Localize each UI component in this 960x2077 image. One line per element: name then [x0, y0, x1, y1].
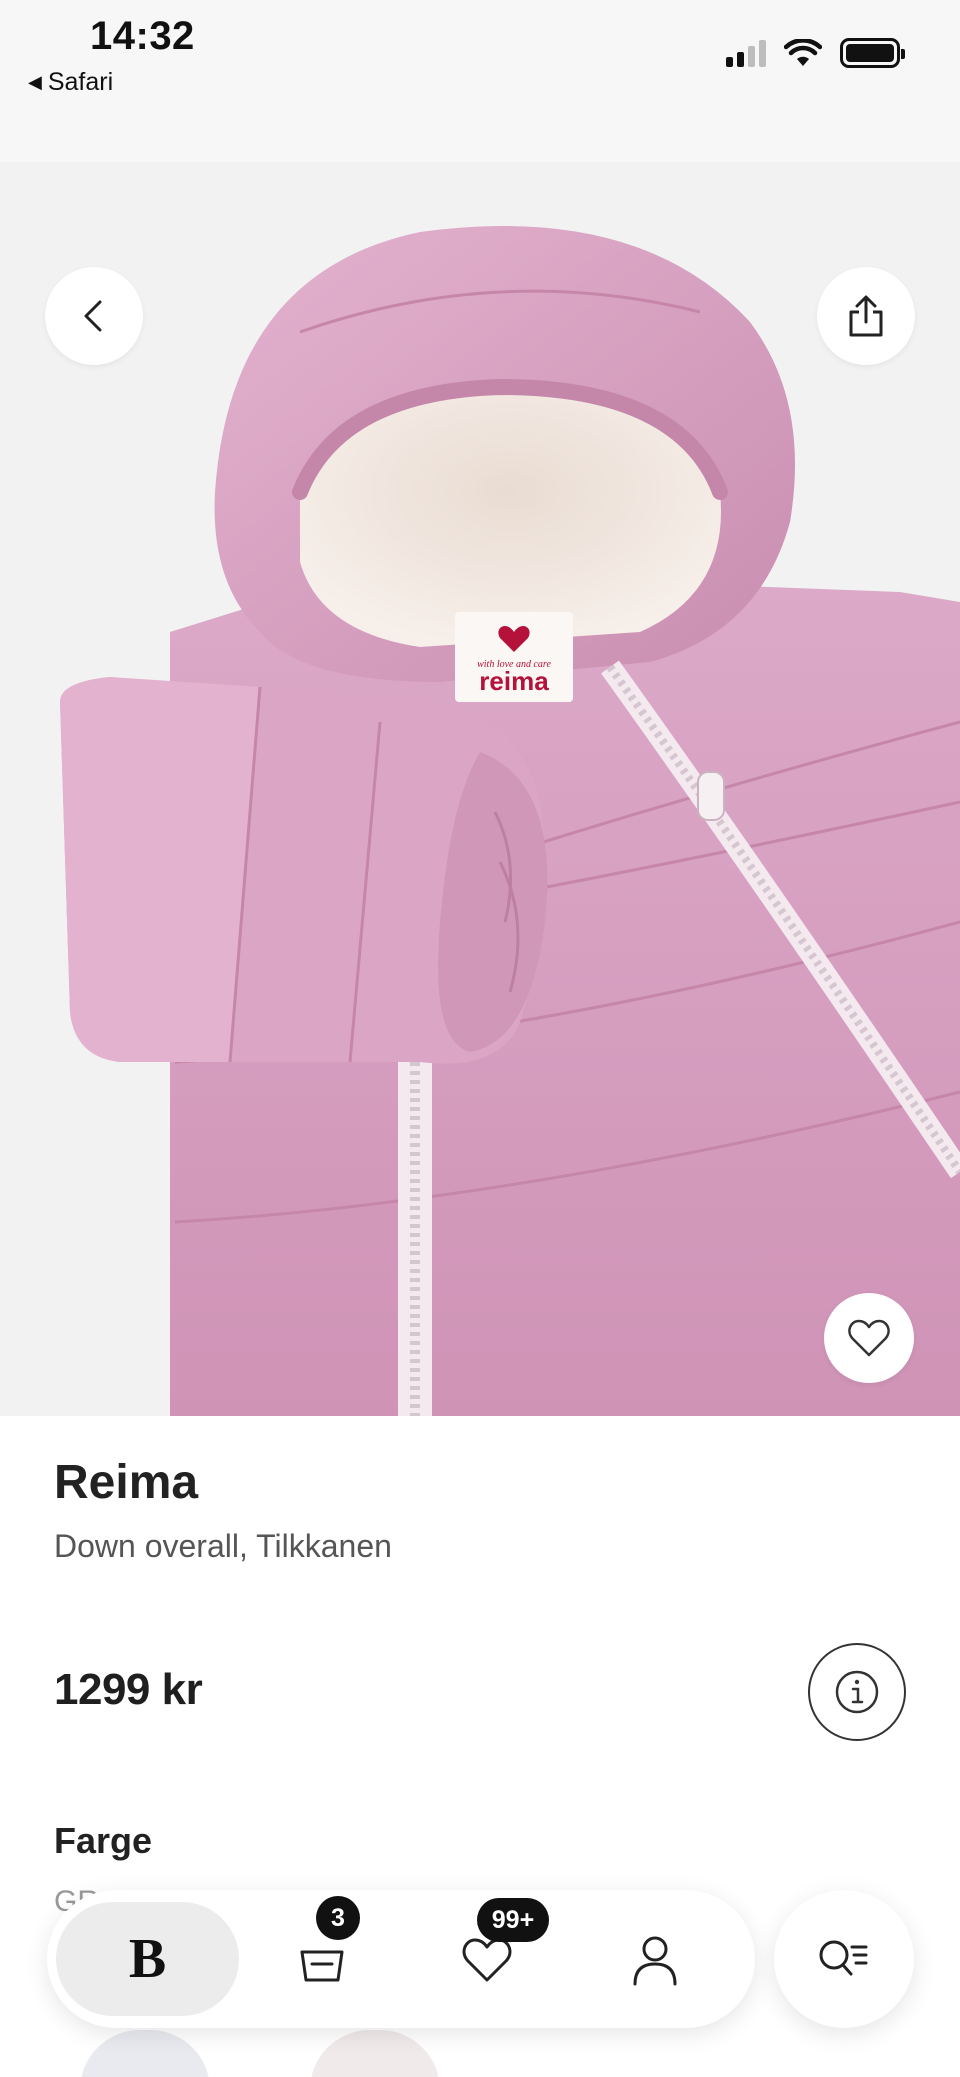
- product-brand[interactable]: Reima: [54, 1455, 198, 1510]
- status-time: 14:32: [90, 14, 195, 58]
- profile-tab[interactable]: [615, 1920, 695, 2000]
- back-triangle-icon: ◀: [28, 72, 42, 92]
- add-to-favorites-button[interactable]: [824, 1293, 914, 1383]
- favorites-tab[interactable]: 99+: [447, 1898, 549, 2000]
- share-icon: [849, 295, 883, 337]
- share-button[interactable]: [817, 267, 915, 365]
- home-tab[interactable]: B: [56, 1902, 239, 2016]
- product-image-carousel[interactable]: with love and care reima: [0, 162, 960, 1416]
- color-section-title: Farge: [54, 1820, 153, 1861]
- svg-text:reima: reima: [479, 666, 549, 696]
- wifi-icon: [784, 39, 822, 66]
- product-name: Down overall, Tilkkanen: [54, 1528, 392, 1564]
- back-button[interactable]: [45, 267, 143, 365]
- status-icons: [726, 38, 905, 68]
- heart-icon: [848, 1319, 890, 1357]
- cellular-signal-icon: [726, 39, 766, 67]
- chevron-left-icon: [84, 300, 102, 332]
- search-button[interactable]: [774, 1890, 914, 2028]
- info-icon: [835, 1670, 879, 1714]
- product-price: 1299 kr: [54, 1665, 203, 1714]
- price-info-button[interactable]: [808, 1643, 906, 1741]
- bottom-navigation-bar: B 3 99+: [47, 1890, 755, 2028]
- back-app-label: Safari: [47, 68, 114, 96]
- person-icon: [633, 1936, 677, 1986]
- favorites-count-badge: 99+: [477, 1898, 549, 1942]
- back-to-safari-link[interactable]: ◀ Safari: [28, 68, 113, 97]
- search-filter-icon: [819, 1940, 868, 1976]
- cart-tab[interactable]: 3: [282, 1896, 362, 2000]
- status-bar: 14:32 ◀ Safari: [0, 0, 960, 162]
- home-logo: B: [128, 1928, 167, 1990]
- shopping-bag-icon: [300, 1950, 344, 1982]
- cart-count-badge: 3: [316, 1896, 360, 1940]
- battery-icon: [840, 38, 905, 68]
- color-swatch-thumbnail[interactable]: [310, 2030, 440, 2077]
- color-swatch-thumbnail[interactable]: [80, 2030, 210, 2077]
- heart-icon: [462, 1938, 512, 1982]
- product-photo-pink-down-overall: with love and care reima: [60, 226, 960, 1416]
